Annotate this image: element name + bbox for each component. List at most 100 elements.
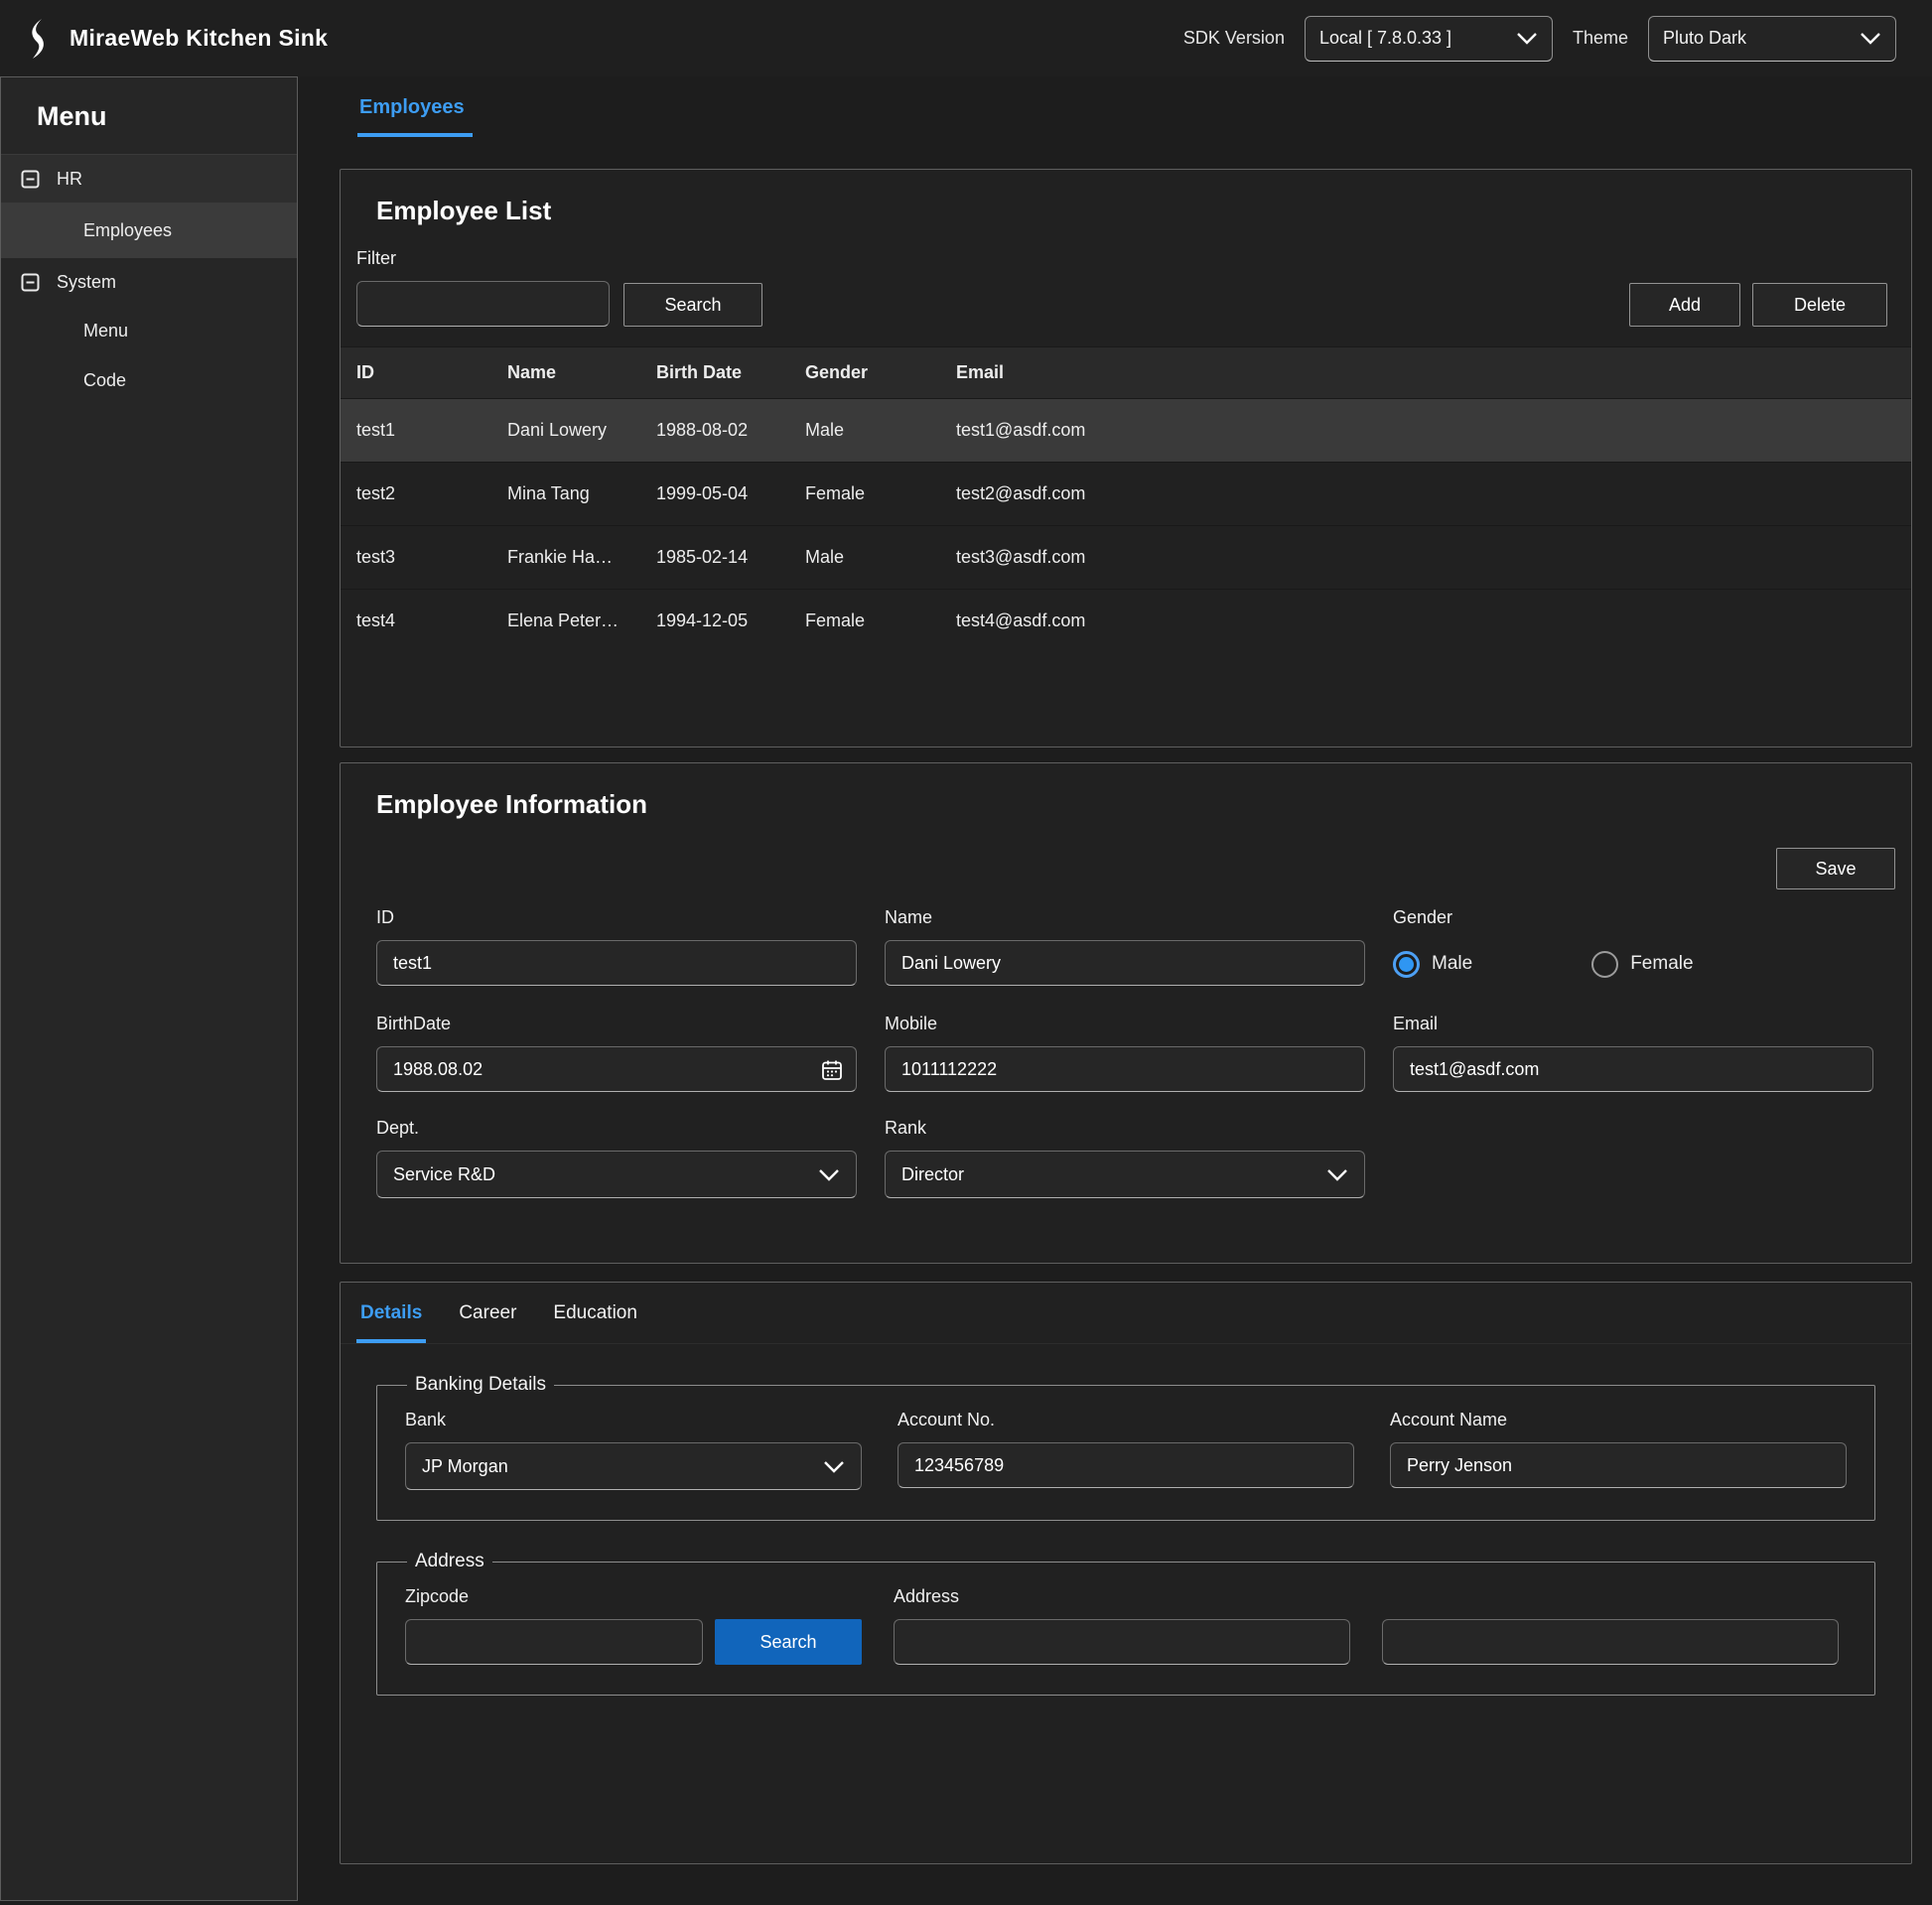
mobile-field[interactable] bbox=[885, 1046, 1365, 1092]
column-header-id: ID bbox=[356, 362, 507, 383]
banking-details-fieldset: Banking Details Bank JP Morgan Account N… bbox=[376, 1374, 1875, 1521]
radio-selected-icon bbox=[1393, 951, 1420, 978]
collapse-icon[interactable] bbox=[21, 273, 40, 292]
cell-birthdate: 1985-02-14 bbox=[656, 547, 805, 568]
cell-gender: Female bbox=[805, 483, 956, 504]
app-logo-icon bbox=[18, 17, 54, 61]
tab-details[interactable]: Details bbox=[356, 1302, 426, 1343]
sidebar-item-employees[interactable]: Employees bbox=[1, 203, 297, 258]
cell-email: test2@asdf.com bbox=[956, 483, 1911, 504]
collapse-icon[interactable] bbox=[21, 170, 40, 189]
address-detail-field[interactable] bbox=[1382, 1619, 1839, 1665]
details-tab-strip: Details Career Education bbox=[341, 1283, 1911, 1344]
radio-male[interactable]: Male bbox=[1393, 951, 1472, 978]
chevron-down-icon bbox=[1860, 32, 1881, 45]
address-fieldset: Address Zipcode Search Address bbox=[376, 1551, 1875, 1696]
cell-name: Mina Tang bbox=[507, 483, 656, 504]
cell-id: test1 bbox=[356, 420, 507, 441]
cell-gender: Male bbox=[805, 420, 956, 441]
bank-value: JP Morgan bbox=[422, 1456, 508, 1477]
employee-info-panel: Employee Information Save ID Name Gender bbox=[340, 762, 1912, 1264]
birthdate-field[interactable] bbox=[376, 1046, 857, 1092]
cell-name: Dani Lowery bbox=[507, 420, 656, 441]
rank-label: Rank bbox=[885, 1118, 1365, 1139]
banking-details-legend: Banking Details bbox=[407, 1374, 554, 1396]
table-header: ID Name Birth Date Gender Email bbox=[341, 346, 1911, 398]
account-no-label: Account No. bbox=[897, 1410, 1354, 1430]
sidebar: Menu HR Employees System Menu Code bbox=[0, 76, 298, 1901]
bank-select[interactable]: JP Morgan bbox=[405, 1442, 862, 1490]
theme-select[interactable]: Pluto Dark bbox=[1648, 16, 1896, 62]
name-field[interactable] bbox=[885, 940, 1365, 986]
panel-title: Employee List bbox=[341, 170, 1911, 226]
page-tab-strip: Employees bbox=[340, 76, 1912, 137]
cell-email: test3@asdf.com bbox=[956, 547, 1911, 568]
cell-birthdate: 1999-05-04 bbox=[656, 483, 805, 504]
gender-label: Gender bbox=[1393, 907, 1873, 928]
cell-name: Elena Peter… bbox=[507, 611, 656, 631]
search-button[interactable]: Search bbox=[623, 283, 762, 327]
tab-education[interactable]: Education bbox=[549, 1302, 641, 1339]
zipcode-field[interactable] bbox=[405, 1619, 703, 1665]
sidebar-group-label: System bbox=[57, 272, 116, 293]
sidebar-group-hr[interactable]: HR bbox=[1, 155, 297, 203]
column-header-birthdate: Birth Date bbox=[656, 362, 805, 383]
delete-button[interactable]: Delete bbox=[1752, 283, 1887, 327]
employee-info-form: ID Name Gender Male bbox=[341, 893, 1911, 1198]
column-header-gender: Gender bbox=[805, 362, 956, 383]
add-button[interactable]: Add bbox=[1629, 283, 1740, 327]
cell-gender: Female bbox=[805, 611, 956, 631]
chevron-down-icon bbox=[823, 1460, 845, 1473]
cell-name: Frankie Ha… bbox=[507, 547, 656, 568]
save-button[interactable]: Save bbox=[1776, 848, 1895, 889]
rank-select[interactable]: Director bbox=[885, 1151, 1365, 1198]
radio-female[interactable]: Female bbox=[1591, 951, 1693, 978]
radio-unselected-icon bbox=[1591, 951, 1618, 978]
tab-career[interactable]: Career bbox=[455, 1302, 520, 1339]
cell-gender: Male bbox=[805, 547, 956, 568]
sdk-version-value: Local [ 7.8.0.33 ] bbox=[1319, 28, 1451, 49]
email-label: Email bbox=[1393, 1014, 1873, 1034]
email-field[interactable] bbox=[1393, 1046, 1873, 1092]
theme-value: Pluto Dark bbox=[1663, 28, 1746, 49]
topbar: MiraeWeb Kitchen Sink SDK Version Local … bbox=[0, 0, 1932, 76]
account-name-field[interactable] bbox=[1390, 1442, 1847, 1488]
table-row[interactable]: test1 Dani Lowery 1988-08-02 Male test1@… bbox=[341, 398, 1911, 462]
address-field[interactable] bbox=[894, 1619, 1350, 1665]
sidebar-group-label: HR bbox=[57, 169, 82, 190]
cell-email: test4@asdf.com bbox=[956, 611, 1911, 631]
column-header-name: Name bbox=[507, 362, 656, 383]
sidebar-item-label: Code bbox=[83, 370, 126, 391]
sidebar-group-system[interactable]: System bbox=[1, 258, 297, 306]
bank-label: Bank bbox=[405, 1410, 862, 1430]
name-label: Name bbox=[885, 907, 1365, 928]
zipcode-search-button[interactable]: Search bbox=[715, 1619, 862, 1665]
table-row[interactable]: test3 Frankie Ha… 1985-02-14 Male test3@… bbox=[341, 525, 1911, 589]
dept-label: Dept. bbox=[376, 1118, 857, 1139]
cell-birthdate: 1988-08-02 bbox=[656, 420, 805, 441]
table-row[interactable]: test2 Mina Tang 1999-05-04 Female test2@… bbox=[341, 462, 1911, 525]
chevron-down-icon bbox=[818, 1168, 840, 1181]
sidebar-item-code[interactable]: Code bbox=[1, 355, 297, 405]
address-legend: Address bbox=[407, 1551, 492, 1572]
sdk-version-select[interactable]: Local [ 7.8.0.33 ] bbox=[1305, 16, 1553, 62]
id-field[interactable] bbox=[376, 940, 857, 986]
sidebar-item-label: Employees bbox=[83, 220, 172, 241]
table-row[interactable]: test4 Elena Peter… 1994-12-05 Female tes… bbox=[341, 589, 1911, 652]
cell-email: test1@asdf.com bbox=[956, 420, 1911, 441]
account-no-field[interactable] bbox=[897, 1442, 1354, 1488]
calendar-icon[interactable] bbox=[820, 1058, 844, 1082]
sidebar-item-menu[interactable]: Menu bbox=[1, 306, 297, 355]
tab-employees[interactable]: Employees bbox=[357, 96, 473, 137]
address-label: Address bbox=[894, 1586, 1350, 1607]
radio-male-label: Male bbox=[1432, 953, 1472, 975]
dept-select[interactable]: Service R&D bbox=[376, 1151, 857, 1198]
birthdate-label: BirthDate bbox=[376, 1014, 857, 1034]
filter-input[interactable] bbox=[356, 281, 610, 327]
topbar-controls: SDK Version Local [ 7.8.0.33 ] Theme Plu… bbox=[1183, 16, 1896, 62]
id-label: ID bbox=[376, 907, 857, 928]
employee-list-panel: Employee List Filter Search Add Delete I… bbox=[340, 169, 1912, 748]
cell-id: test2 bbox=[356, 483, 507, 504]
chevron-down-icon bbox=[1516, 32, 1538, 45]
mobile-label: Mobile bbox=[885, 1014, 1365, 1034]
